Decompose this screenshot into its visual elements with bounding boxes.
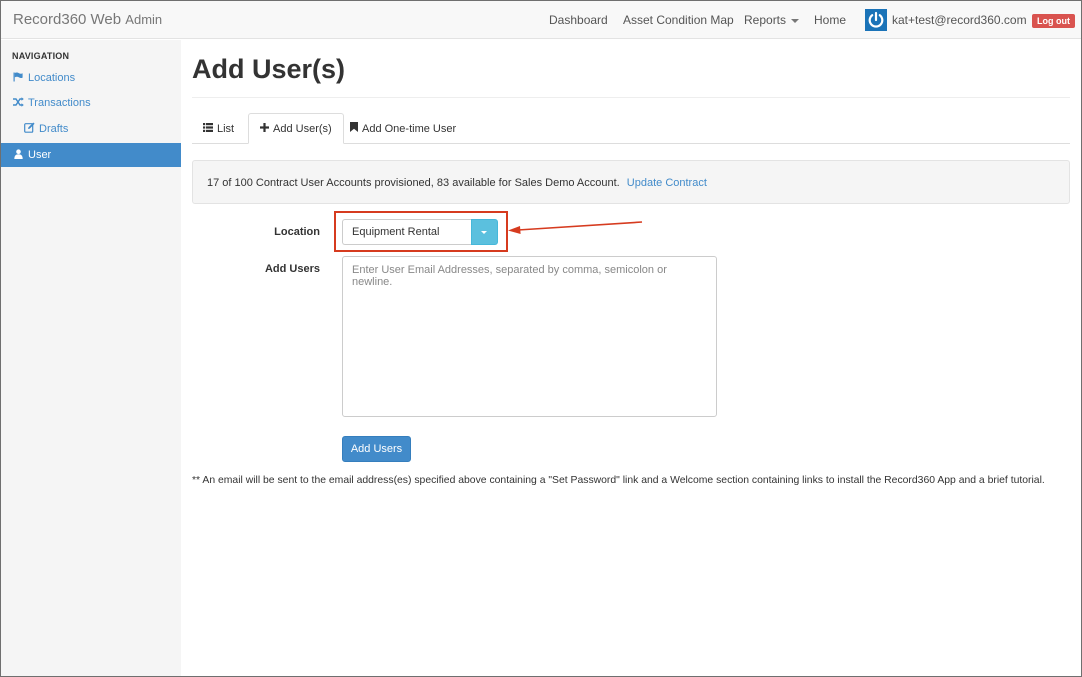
location-dropdown-button[interactable] [471, 219, 498, 245]
update-contract-link[interactable]: Update Contract [627, 177, 707, 189]
user-icon [12, 148, 24, 162]
sidebar-item-transactions[interactable]: Transactions [1, 91, 181, 115]
tab-add-users[interactable]: Add User(s) [248, 113, 344, 144]
flag-icon [12, 72, 24, 85]
edit-icon [23, 122, 35, 136]
nav-reports[interactable]: Reports [744, 13, 800, 27]
sidebar-item-user[interactable]: User [1, 143, 181, 167]
tab-label: Add User(s) [273, 122, 332, 135]
add-users-button[interactable]: Add Users [342, 436, 411, 462]
sidebar-item-label: Drafts [39, 123, 69, 135]
notice-text: 17 of 100 Contract User Accounts provisi… [207, 177, 620, 189]
tab-list[interactable]: List [192, 113, 245, 144]
page-title: Add User(s) [192, 54, 346, 84]
caret-down-icon [481, 231, 487, 234]
add-users-label: Add Users [264, 263, 320, 275]
sidebar-item-locations[interactable]: Locations [1, 66, 181, 90]
email-footnote: ** An email will be sent to the email ad… [192, 475, 1045, 486]
nav-asset-condition-map[interactable]: Asset Condition Map [623, 13, 734, 27]
brand-name: Record360 Web [13, 11, 122, 28]
brand-subtitle: Admin [125, 12, 163, 27]
nav-reports-label: Reports [744, 13, 787, 27]
power-icon[interactable] [865, 9, 887, 31]
caret-down-icon [791, 18, 800, 23]
tab-label: Add One-time User [362, 122, 457, 135]
list-icon [203, 122, 213, 135]
sidebar-item-drafts[interactable]: Drafts [1, 117, 181, 141]
location-select[interactable]: Equipment Rental [342, 219, 472, 245]
contract-notice: 17 of 100 Contract User Accounts provisi… [192, 160, 1070, 204]
brand-logo[interactable]: Record360 Web Admin [13, 11, 162, 28]
divider [192, 97, 1070, 98]
tab-add-one-time-user[interactable]: Add One-time User [339, 113, 467, 144]
nav-home[interactable]: Home [814, 13, 846, 27]
bookmark-icon [350, 122, 358, 135]
sidebar-header: NAVIGATION [12, 51, 70, 61]
top-navbar: Record360 Web Admin Dashboard Asset Cond… [1, 1, 1081, 39]
sidebar-item-label: User [28, 149, 52, 161]
logout-button[interactable]: Log out [1032, 14, 1075, 28]
sidebar-item-label: Transactions [28, 97, 91, 109]
tab-label: List [217, 122, 235, 135]
sidebar-item-label: Locations [28, 72, 76, 84]
shuffle-icon [12, 96, 24, 110]
user-email[interactable]: kat+test@record360.com [892, 13, 1027, 27]
plus-icon [260, 122, 269, 135]
sidebar: NAVIGATION Locations Transactions Drafts… [1, 40, 181, 676]
location-label: Location [274, 226, 320, 238]
user-emails-textarea[interactable]: Enter User Email Addresses, separated by… [342, 256, 717, 417]
nav-dashboard[interactable]: Dashboard [549, 13, 608, 27]
annotation-arrow-icon [508, 221, 643, 234]
